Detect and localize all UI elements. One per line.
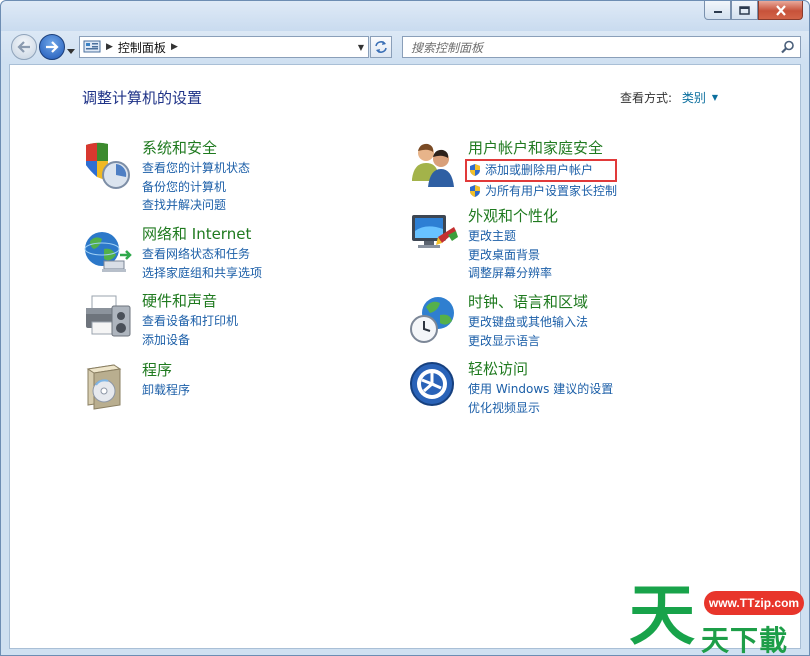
shield-icon (86, 142, 130, 189)
category-appearance: 外观和个性化 更改主题 更改桌面背景 调整屏幕分辨率 (408, 207, 558, 283)
breadcrumb-separator-icon[interactable]: ▶ (106, 42, 113, 52)
link-add-device[interactable]: 添加设备 (142, 331, 238, 350)
category-title-user-accounts[interactable]: 用户帐户和家庭安全 (468, 139, 617, 157)
category-body: 时钟、语言和区域 更改键盘或其他输入法 更改显示语言 (468, 293, 588, 350)
view-by-dropdown[interactable]: 类别 ▼ (682, 89, 718, 106)
search-icon[interactable] (781, 40, 795, 54)
link-change-display-language[interactable]: 更改显示语言 (468, 332, 588, 351)
view-by-value: 类别 (681, 91, 706, 105)
address-history-dropdown[interactable]: ▼ (358, 43, 364, 52)
link-parental-controls[interactable]: 为所有用户设置家长控制 (468, 182, 617, 201)
address-bar[interactable]: ▶ 控制面板 ▶ ▼ (79, 36, 369, 58)
chevron-down-icon (67, 49, 75, 54)
caption-buttons (704, 1, 803, 20)
link-devices-printers[interactable]: 查看设备和打印机 (142, 312, 238, 331)
close-icon (775, 4, 786, 16)
category-body: 轻松访问 使用 Windows 建议的设置 优化视频显示 (468, 360, 613, 417)
category-body: 硬件和声音 查看设备和打印机 添加设备 (142, 292, 238, 349)
category-title-programs[interactable]: 程序 (142, 361, 190, 379)
forward-arrow-icon (46, 41, 59, 53)
category-ease-of-access: 轻松访问 使用 Windows 建议的设置 优化视频显示 (408, 360, 613, 417)
link-change-keyboard-input[interactable]: 更改键盘或其他输入法 (468, 313, 588, 332)
category-title-ease-of-access[interactable]: 轻松访问 (468, 360, 613, 378)
category-title-hardware-sound[interactable]: 硬件和声音 (142, 292, 238, 310)
link-network-status[interactable]: 查看网络状态和任务 (142, 245, 262, 264)
link-recommended-settings[interactable]: 使用 Windows 建议的设置 (468, 380, 613, 399)
back-arrow-icon (17, 41, 30, 53)
link-homegroup-sharing[interactable]: 选择家庭组和共享选项 (142, 264, 262, 283)
category-body: 系统和安全 查看您的计算机状态 备份您的计算机 查找并解决问题 (142, 139, 250, 215)
highlight-box: 添加或删除用户帐户 (465, 159, 618, 182)
maximize-button[interactable] (731, 1, 758, 20)
link-label: 添加或删除用户帐户 (485, 163, 594, 177)
printer-icon (86, 295, 131, 337)
category-body: 外观和个性化 更改主题 更改桌面背景 调整屏幕分辨率 (468, 207, 558, 283)
refresh-icon (375, 41, 387, 53)
link-label: 为所有用户设置家长控制 (485, 183, 618, 198)
link-adjust-resolution[interactable]: 调整屏幕分辨率 (468, 264, 558, 283)
network-globe-icon (84, 232, 132, 272)
users-icon (412, 143, 454, 187)
link-change-theme[interactable]: 更改主题 (468, 227, 558, 246)
search-box[interactable]: 搜索控制面板 (402, 36, 801, 58)
uac-shield-icon (470, 164, 480, 177)
category-title-appearance[interactable]: 外观和个性化 (468, 207, 558, 225)
appearance-monitor-icon (412, 215, 458, 248)
category-title-network-internet[interactable]: 网络和 Internet (142, 225, 262, 243)
category-system-security: 系统和安全 查看您的计算机状态 备份您的计算机 查找并解决问题 (82, 139, 250, 215)
uac-shield-icon (470, 184, 480, 197)
view-by-label: 查看方式: (619, 91, 672, 105)
refresh-button[interactable] (370, 36, 392, 58)
category-title-clock-language-region[interactable]: 时钟、语言和区域 (468, 293, 588, 311)
link-backup-computer[interactable]: 备份您的计算机 (142, 178, 250, 197)
recent-pages-dropdown[interactable] (67, 43, 75, 57)
breadcrumb-control-panel[interactable]: 控制面板 (118, 39, 166, 56)
category-title-system-security[interactable]: 系统和安全 (142, 139, 250, 157)
link-uninstall-program[interactable]: 卸载程序 (142, 381, 190, 400)
category-programs: 程序 卸载程序 (82, 361, 190, 413)
minimize-button[interactable] (704, 1, 731, 20)
content-pane: 调整计算机的设置 查看方式: 类别 ▼ 系统和安全 查看您的计算机状态 备份您的… (9, 64, 801, 649)
category-clock-language-region: 时钟、语言和区域 更改键盘或其他输入法 更改显示语言 (408, 293, 588, 350)
category-body: 用户帐户和家庭安全 添加或删除用户帐户 为所有用户设置家长控制 (465, 139, 618, 201)
control-panel-icon (83, 40, 101, 53)
watermark: 天 www.TTzip.com 天下載 (629, 577, 809, 656)
watermark-text: 天下載 (701, 624, 789, 656)
link-view-computer-status[interactable]: 查看您的计算机状态 (142, 159, 250, 178)
maximize-icon (739, 5, 750, 15)
category-body: 程序 卸载程序 (142, 361, 190, 413)
link-optimize-visual-display[interactable]: 优化视频显示 (468, 399, 613, 418)
link-add-remove-user-accounts[interactable]: 添加或删除用户帐户 (468, 161, 611, 180)
category-network-internet: 网络和 Internet 查看网络状态和任务 选择家庭组和共享选项 (82, 225, 262, 282)
control-panel-window: ▶ 控制面板 ▶ ▼ 搜索控制面板 调整计算机的设置 查看方式: 类别 ▼ 系统… (0, 0, 810, 656)
programs-box-icon (86, 364, 122, 410)
forward-button[interactable] (39, 34, 65, 60)
search-input[interactable]: 搜索控制面板 (411, 39, 483, 56)
link-change-desktop-background[interactable]: 更改桌面背景 (468, 246, 558, 265)
minimize-icon (713, 11, 722, 13)
chevron-down-icon: ▼ (711, 93, 718, 102)
ease-of-access-icon (410, 362, 454, 406)
category-body: 网络和 Internet 查看网络状态和任务 选择家庭组和共享选项 (142, 225, 262, 282)
category-hardware-sound: 硬件和声音 查看设备和打印机 添加设备 (82, 292, 238, 349)
category-user-accounts: 用户帐户和家庭安全 添加或删除用户帐户 为所有用户设置家长控制 (408, 139, 618, 201)
clock-globe-icon (410, 297, 454, 343)
back-button[interactable] (11, 34, 37, 60)
title-bar[interactable] (1, 1, 809, 31)
page-title: 调整计算机的设置 (82, 89, 203, 107)
watermark-logo: 天 (629, 577, 695, 654)
close-button[interactable] (758, 1, 803, 20)
watermark-url: www.TTzip.com (704, 591, 804, 615)
link-troubleshoot[interactable]: 查找并解决问题 (142, 196, 250, 215)
breadcrumb-separator-icon[interactable]: ▶ (171, 42, 178, 52)
navigation-bar: ▶ 控制面板 ▶ ▼ 搜索控制面板 (1, 31, 809, 63)
